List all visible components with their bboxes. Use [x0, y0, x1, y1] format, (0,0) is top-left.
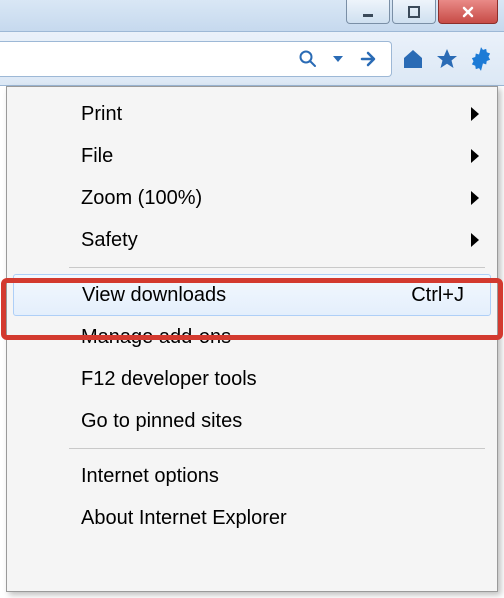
menu-label: Manage add-ons [81, 326, 465, 349]
search-icon[interactable] [295, 46, 321, 72]
menu-item-file[interactable]: File [9, 135, 495, 177]
close-button[interactable] [438, 0, 498, 24]
menu-label: Zoom (100%) [81, 187, 465, 210]
menu-item-manage-addons[interactable]: Manage add-ons [9, 316, 495, 358]
address-bar-controls [0, 41, 392, 77]
search-dropdown-icon[interactable] [333, 56, 343, 62]
favorites-star-icon[interactable] [434, 46, 460, 72]
menu-label: About Internet Explorer [81, 507, 465, 530]
menu-label: File [81, 145, 465, 168]
menu-separator [69, 448, 485, 449]
menu-item-about[interactable]: About Internet Explorer [9, 497, 495, 539]
tools-gear-icon[interactable] [468, 46, 494, 72]
menu-item-pinned-sites[interactable]: Go to pinned sites [9, 400, 495, 442]
menu-label: Go to pinned sites [81, 410, 465, 433]
submenu-arrow-icon [471, 191, 479, 205]
menu-label: Safety [81, 229, 465, 252]
menu-separator [69, 267, 485, 268]
browser-toolbar [0, 32, 504, 86]
menu-item-f12-tools[interactable]: F12 developer tools [9, 358, 495, 400]
menu-shortcut: Ctrl+J [411, 284, 464, 307]
menu-item-safety[interactable]: Safety [9, 219, 495, 261]
submenu-arrow-icon [471, 149, 479, 163]
submenu-arrow-icon [471, 233, 479, 247]
menu-label: Internet options [81, 465, 465, 488]
go-arrow-icon[interactable] [355, 46, 381, 72]
menu-item-internet-options[interactable]: Internet options [9, 455, 495, 497]
submenu-arrow-icon [471, 107, 479, 121]
maximize-button[interactable] [392, 0, 436, 24]
menu-item-zoom[interactable]: Zoom (100%) [9, 177, 495, 219]
menu-item-print[interactable]: Print [9, 93, 495, 135]
menu-item-view-downloads[interactable]: View downloads Ctrl+J [13, 274, 491, 316]
tools-menu: Print File Zoom (100%) Safety View downl… [6, 86, 498, 592]
minimize-button[interactable] [346, 0, 390, 24]
menu-label: F12 developer tools [81, 368, 465, 391]
home-icon[interactable] [400, 46, 426, 72]
window-titlebar [0, 0, 504, 32]
menu-label: View downloads [82, 284, 411, 307]
menu-label: Print [81, 103, 465, 126]
